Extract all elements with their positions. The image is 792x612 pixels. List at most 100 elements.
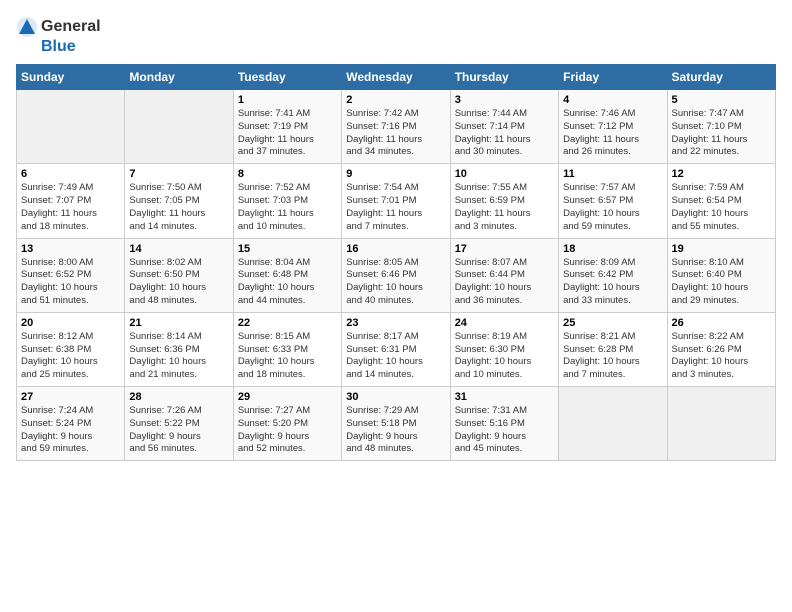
day-info: Sunrise: 7:24 AM Sunset: 5:24 PM Dayligh… xyxy=(21,405,120,456)
day-info: Sunrise: 8:07 AM Sunset: 6:44 PM Dayligh… xyxy=(455,257,554,308)
calendar-cell: 29 Sunrise: 7:27 AM Sunset: 5:20 PM Dayli… xyxy=(233,387,341,461)
day-number: 23 xyxy=(346,317,445,329)
calendar-body: 1Sunrise: 7:41 AM Sunset: 7:19 PM Daylig… xyxy=(17,90,776,461)
day-info: Sunrise: 8:19 AM Sunset: 6:30 PM Dayligh… xyxy=(455,331,554,382)
calendar-cell xyxy=(559,387,667,461)
calendar-cell: 28 Sunrise: 7:26 AM Sunset: 5:22 PM Dayli… xyxy=(125,387,233,461)
day-info: Sunrise: 8:04 AM Sunset: 6:48 PM Dayligh… xyxy=(238,257,337,308)
weekday-header-saturday: Saturday xyxy=(667,65,775,90)
day-number: 18 xyxy=(563,243,662,255)
calendar-cell xyxy=(667,387,775,461)
page-header: General Blue xyxy=(16,16,776,56)
day-info: Sunrise: 7:41 AM Sunset: 7:19 PM Dayligh… xyxy=(238,108,337,159)
logo: General Blue xyxy=(16,16,101,56)
calendar-cell: 31 Sunrise: 7:31 AM Sunset: 5:16 PM Dayli… xyxy=(450,387,558,461)
calendar-week-2: 6 Sunrise: 7:49 AM Sunset: 7:07 PM Daylig… xyxy=(17,164,776,238)
day-info: Sunrise: 8:09 AM Sunset: 6:42 PM Dayligh… xyxy=(563,257,662,308)
day-number: 27 xyxy=(21,391,120,403)
calendar-cell: 1Sunrise: 7:41 AM Sunset: 7:19 PM Daylig… xyxy=(233,90,341,164)
day-number: 22 xyxy=(238,317,337,329)
day-number: 10 xyxy=(455,168,554,180)
calendar-cell xyxy=(17,90,125,164)
day-info: Sunrise: 8:17 AM Sunset: 6:31 PM Dayligh… xyxy=(346,331,445,382)
weekday-header-tuesday: Tuesday xyxy=(233,65,341,90)
day-info: Sunrise: 7:52 AM Sunset: 7:03 PM Dayligh… xyxy=(238,182,337,233)
day-info: Sunrise: 8:21 AM Sunset: 6:28 PM Dayligh… xyxy=(563,331,662,382)
day-info: Sunrise: 7:44 AM Sunset: 7:14 PM Dayligh… xyxy=(455,108,554,159)
day-number: 25 xyxy=(563,317,662,329)
day-number: 29 xyxy=(238,391,337,403)
calendar-cell: 10Sunrise: 7:55 AM Sunset: 6:59 PM Dayli… xyxy=(450,164,558,238)
day-info: Sunrise: 7:54 AM Sunset: 7:01 PM Dayligh… xyxy=(346,182,445,233)
weekday-header-monday: Monday xyxy=(125,65,233,90)
calendar-cell: 24Sunrise: 8:19 AM Sunset: 6:30 PM Dayli… xyxy=(450,312,558,386)
day-info: Sunrise: 8:14 AM Sunset: 6:36 PM Dayligh… xyxy=(129,331,228,382)
calendar-cell: 5 Sunrise: 7:47 AM Sunset: 7:10 PM Daylig… xyxy=(667,90,775,164)
day-number: 19 xyxy=(672,243,771,255)
calendar-table: SundayMondayTuesdayWednesdayThursdayFrid… xyxy=(16,64,776,461)
calendar-week-5: 27 Sunrise: 7:24 AM Sunset: 5:24 PM Dayli… xyxy=(17,387,776,461)
weekday-header-thursday: Thursday xyxy=(450,65,558,90)
calendar-cell: 27 Sunrise: 7:24 AM Sunset: 5:24 PM Dayli… xyxy=(17,387,125,461)
day-info: Sunrise: 7:57 AM Sunset: 6:57 PM Dayligh… xyxy=(563,182,662,233)
day-number: 3 xyxy=(455,94,554,106)
calendar-week-3: 13 Sunrise: 8:00 AM Sunset: 6:52 PM Dayli… xyxy=(17,238,776,312)
header-row: SundayMondayTuesdayWednesdayThursdayFrid… xyxy=(17,65,776,90)
weekday-header-wednesday: Wednesday xyxy=(342,65,450,90)
logo-icon xyxy=(16,16,38,38)
calendar-cell: 13 Sunrise: 8:00 AM Sunset: 6:52 PM Dayli… xyxy=(17,238,125,312)
calendar-header: SundayMondayTuesdayWednesdayThursdayFrid… xyxy=(17,65,776,90)
day-number: 17 xyxy=(455,243,554,255)
day-info: Sunrise: 8:22 AM Sunset: 6:26 PM Dayligh… xyxy=(672,331,771,382)
day-info: Sunrise: 7:46 AM Sunset: 7:12 PM Dayligh… xyxy=(563,108,662,159)
day-info: Sunrise: 7:26 AM Sunset: 5:22 PM Dayligh… xyxy=(129,405,228,456)
day-number: 9 xyxy=(346,168,445,180)
day-info: Sunrise: 7:47 AM Sunset: 7:10 PM Dayligh… xyxy=(672,108,771,159)
calendar-week-4: 20Sunrise: 8:12 AM Sunset: 6:38 PM Dayli… xyxy=(17,312,776,386)
day-number: 5 xyxy=(672,94,771,106)
calendar-cell: 26Sunrise: 8:22 AM Sunset: 6:26 PM Dayli… xyxy=(667,312,775,386)
day-info: Sunrise: 8:10 AM Sunset: 6:40 PM Dayligh… xyxy=(672,257,771,308)
calendar-cell: 25 Sunrise: 8:21 AM Sunset: 6:28 PM Dayli… xyxy=(559,312,667,386)
day-number: 14 xyxy=(129,243,228,255)
logo-general: General xyxy=(41,18,101,36)
calendar-cell: 6 Sunrise: 7:49 AM Sunset: 7:07 PM Daylig… xyxy=(17,164,125,238)
day-info: Sunrise: 7:59 AM Sunset: 6:54 PM Dayligh… xyxy=(672,182,771,233)
calendar-cell: 23 Sunrise: 8:17 AM Sunset: 6:31 PM Dayli… xyxy=(342,312,450,386)
day-info: Sunrise: 7:50 AM Sunset: 7:05 PM Dayligh… xyxy=(129,182,228,233)
day-number: 11 xyxy=(563,168,662,180)
day-info: Sunrise: 8:00 AM Sunset: 6:52 PM Dayligh… xyxy=(21,257,120,308)
day-info: Sunrise: 8:15 AM Sunset: 6:33 PM Dayligh… xyxy=(238,331,337,382)
day-number: 15 xyxy=(238,243,337,255)
calendar-cell: 7 Sunrise: 7:50 AM Sunset: 7:05 PM Daylig… xyxy=(125,164,233,238)
day-info: Sunrise: 7:49 AM Sunset: 7:07 PM Dayligh… xyxy=(21,182,120,233)
calendar-cell: 30 Sunrise: 7:29 AM Sunset: 5:18 PM Dayli… xyxy=(342,387,450,461)
calendar-cell: 11 Sunrise: 7:57 AM Sunset: 6:57 PM Dayli… xyxy=(559,164,667,238)
calendar-cell: 22 Sunrise: 8:15 AM Sunset: 6:33 PM Dayli… xyxy=(233,312,341,386)
day-info: Sunrise: 7:29 AM Sunset: 5:18 PM Dayligh… xyxy=(346,405,445,456)
day-number: 28 xyxy=(129,391,228,403)
day-number: 7 xyxy=(129,168,228,180)
calendar-cell: 4 Sunrise: 7:46 AM Sunset: 7:12 PM Daylig… xyxy=(559,90,667,164)
calendar-cell: 17 Sunrise: 8:07 AM Sunset: 6:44 PM Dayli… xyxy=(450,238,558,312)
day-number: 31 xyxy=(455,391,554,403)
day-number: 8 xyxy=(238,168,337,180)
day-number: 21 xyxy=(129,317,228,329)
day-info: Sunrise: 8:05 AM Sunset: 6:46 PM Dayligh… xyxy=(346,257,445,308)
calendar-cell: 2Sunrise: 7:42 AM Sunset: 7:16 PM Daylig… xyxy=(342,90,450,164)
day-number: 4 xyxy=(563,94,662,106)
day-info: Sunrise: 7:27 AM Sunset: 5:20 PM Dayligh… xyxy=(238,405,337,456)
calendar-cell: 14Sunrise: 8:02 AM Sunset: 6:50 PM Dayli… xyxy=(125,238,233,312)
calendar-cell: 12 Sunrise: 7:59 AM Sunset: 6:54 PM Dayli… xyxy=(667,164,775,238)
day-info: Sunrise: 7:31 AM Sunset: 5:16 PM Dayligh… xyxy=(455,405,554,456)
weekday-header-sunday: Sunday xyxy=(17,65,125,90)
day-number: 6 xyxy=(21,168,120,180)
calendar-cell: 15 Sunrise: 8:04 AM Sunset: 6:48 PM Dayli… xyxy=(233,238,341,312)
day-number: 30 xyxy=(346,391,445,403)
day-number: 12 xyxy=(672,168,771,180)
calendar-week-1: 1Sunrise: 7:41 AM Sunset: 7:19 PM Daylig… xyxy=(17,90,776,164)
day-number: 13 xyxy=(21,243,120,255)
calendar-cell: 21 Sunrise: 8:14 AM Sunset: 6:36 PM Dayli… xyxy=(125,312,233,386)
logo-blue: Blue xyxy=(41,38,76,56)
calendar-cell: 3 Sunrise: 7:44 AM Sunset: 7:14 PM Daylig… xyxy=(450,90,558,164)
